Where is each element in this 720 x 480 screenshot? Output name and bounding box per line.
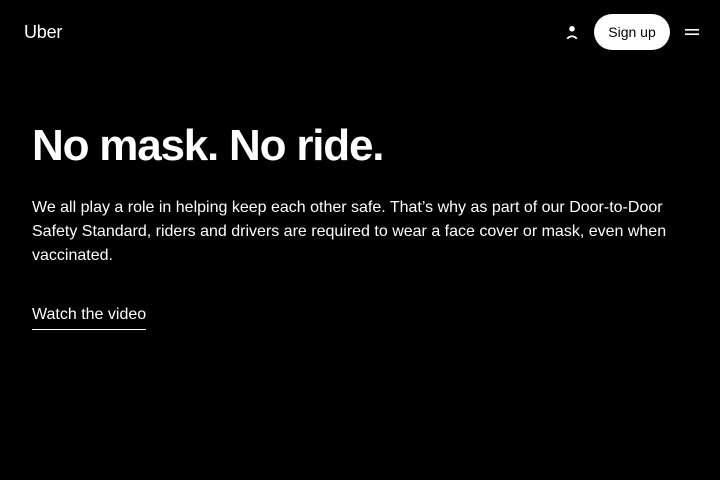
hamburger-menu-icon[interactable] [682,22,702,42]
page-title: No mask. No ride. [32,121,384,170]
sign-up-button[interactable]: Sign up [594,14,670,50]
person-icon[interactable] [562,22,582,42]
page: Uber Sign up No mask. No ride. We all pl… [0,0,720,480]
top-navigation-bar: Uber Sign up [0,0,720,64]
uber-logo[interactable]: Uber [24,21,62,43]
watch-video-link[interactable]: Watch the video [32,304,147,330]
hero-description: We all play a role in helping keep each … [32,199,667,264]
